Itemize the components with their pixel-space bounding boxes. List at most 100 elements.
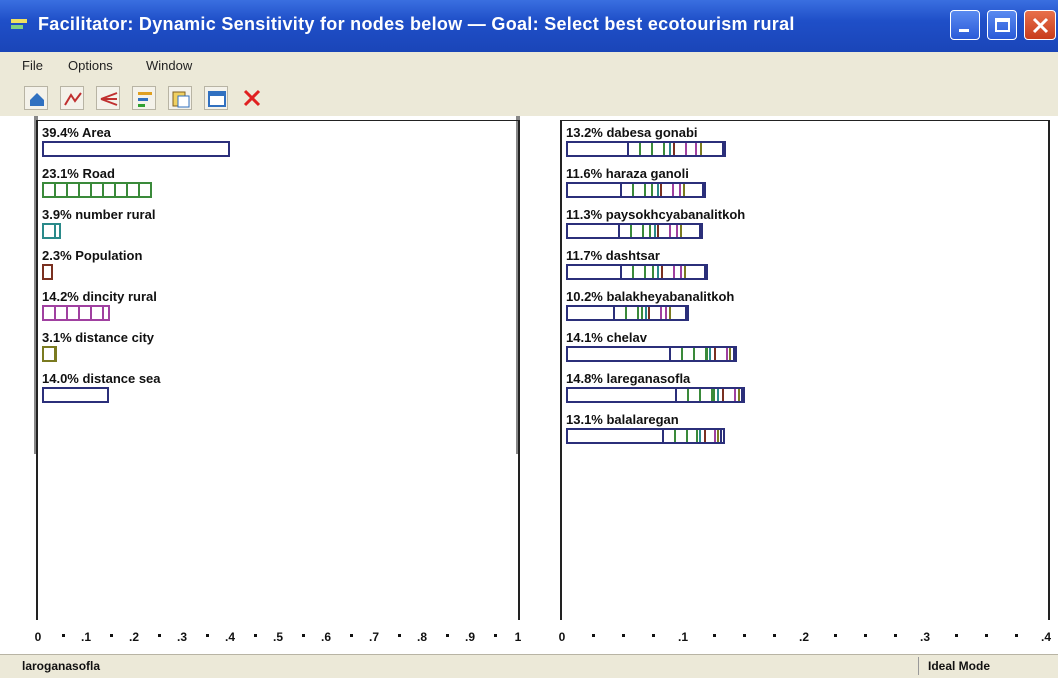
bar-segment — [671, 307, 688, 319]
x-minor-tick — [350, 634, 353, 637]
window-button[interactable] — [204, 86, 228, 110]
delete-button[interactable] — [240, 86, 264, 110]
x-minor-tick — [206, 634, 209, 637]
status-selected-node: laroganasofla — [22, 659, 101, 673]
status-divider — [918, 657, 919, 675]
x-tick-label: .8 — [416, 630, 428, 644]
alternative-bar[interactable] — [566, 305, 690, 321]
alternative-bar[interactable] — [566, 346, 737, 362]
x-tick-label: .7 — [368, 630, 380, 644]
x-minor-tick — [652, 634, 655, 637]
status-mode: Ideal Mode — [928, 659, 991, 673]
bar-segment — [629, 143, 666, 155]
criterion-label[interactable]: 3.9% number rural — [42, 207, 155, 222]
x-tick-label: .2 — [128, 630, 140, 644]
x-minor-tick — [494, 634, 497, 637]
x-tick-label: 0 — [558, 630, 566, 644]
delete-icon — [243, 89, 261, 107]
criterion-bar[interactable] — [42, 182, 153, 198]
criterion-label[interactable]: 3.1% distance city — [42, 330, 154, 345]
bar-segment — [740, 389, 744, 401]
bar-segment — [723, 389, 737, 401]
minimize-button[interactable] — [950, 10, 980, 40]
x-tick-label: .6 — [320, 630, 332, 644]
criterion-label[interactable]: 39.4% Area — [42, 125, 111, 140]
bar-segment — [659, 225, 679, 237]
bar-segment — [568, 430, 664, 442]
alternative-label[interactable]: 14.1% chelav — [566, 330, 647, 345]
alternative-label[interactable]: 11.3% paysokhcyabanalitkoh — [566, 207, 745, 222]
criterion-bar[interactable] — [42, 223, 61, 239]
arrows-button[interactable] — [96, 86, 120, 110]
x-minor-tick — [62, 634, 65, 637]
arrows-icon — [100, 92, 118, 106]
alternative-label[interactable]: 13.2% dabesa gonabi — [566, 125, 698, 140]
criterion-label[interactable]: 2.3% Population — [42, 248, 142, 263]
x-minor-tick — [110, 634, 113, 637]
x-minor-tick — [398, 634, 401, 637]
x-tick-label: .3 — [176, 630, 188, 644]
x-minor-tick — [713, 634, 716, 637]
criteria-chart: 39.4% Area 23.1% Road 3.9% number rural 2.3… — [34, 116, 522, 654]
x-minor-tick — [834, 634, 837, 637]
alternative-bar[interactable] — [566, 141, 726, 157]
menu-options[interactable]: Options — [68, 58, 113, 73]
alternative-bar[interactable] — [566, 264, 708, 280]
x-minor-tick — [985, 634, 988, 637]
x-minor-tick — [592, 634, 595, 637]
alternative-bar[interactable] — [566, 182, 707, 198]
criterion-bar[interactable] — [42, 305, 110, 321]
criterion-bar[interactable] — [42, 387, 109, 403]
x-tick-label: .3 — [919, 630, 931, 644]
x-minor-tick — [773, 634, 776, 637]
bars-icon — [138, 92, 152, 107]
x-tick-label: .4 — [224, 630, 236, 644]
alternative-bar[interactable] — [566, 428, 725, 444]
x-minor-tick — [1015, 634, 1018, 637]
close-icon — [1032, 17, 1049, 34]
x-minor-tick — [894, 634, 897, 637]
toolbar — [0, 80, 1058, 117]
criterion-bar[interactable] — [42, 141, 231, 157]
pages-icon — [172, 91, 190, 108]
bar-segment — [568, 143, 630, 155]
x-tick-label: 1 — [514, 630, 522, 644]
alternative-label[interactable]: 11.6% haraza ganoli — [566, 166, 689, 181]
status-bar: laroganasofla Ideal Mode — [0, 654, 1058, 678]
criterion-bar[interactable] — [42, 264, 53, 280]
bar-segment — [671, 348, 708, 360]
alternative-label[interactable]: 10.2% balakheyabanalitkoh — [566, 289, 734, 304]
x-tick-label: 0 — [34, 630, 42, 644]
bar-segment — [676, 389, 716, 401]
window-icon — [208, 91, 226, 107]
criterion-label[interactable]: 23.1% Road — [42, 166, 115, 181]
alternative-label[interactable]: 11.7% dashtsar — [566, 248, 660, 263]
bar-segment — [622, 266, 654, 278]
bars-button[interactable] — [132, 86, 156, 110]
criterion-bar[interactable] — [42, 346, 57, 362]
title-bar[interactable]: Facilitator: Dynamic Sensitivity for nod… — [0, 0, 1058, 52]
bar-segment — [661, 184, 682, 196]
bar-segment — [568, 348, 672, 360]
menu-file[interactable]: File — [22, 58, 43, 73]
maximize-button[interactable] — [987, 10, 1017, 40]
x-minor-tick — [864, 634, 867, 637]
bar-segment — [685, 184, 705, 196]
pages-button[interactable] — [168, 86, 192, 110]
menu-window[interactable]: Window — [146, 58, 192, 73]
home-button[interactable] — [24, 86, 48, 110]
app-window: Facilitator: Dynamic Sensitivity for nod… — [0, 0, 1058, 678]
criterion-label[interactable]: 14.2% dincity rural — [42, 289, 157, 304]
criterion-label[interactable]: 14.0% distance sea — [42, 371, 161, 386]
close-button[interactable] — [1024, 10, 1056, 40]
bar-segment — [650, 307, 667, 319]
alternative-label[interactable]: 14.8% lareganasofla — [566, 371, 690, 386]
alternative-label[interactable]: 13.1% balalaregan — [566, 412, 679, 427]
sensitivity-area: 39.4% Area 23.1% Road 3.9% number rural 2.3… — [0, 116, 1058, 654]
bar-segment — [662, 266, 683, 278]
alternative-bar[interactable] — [566, 223, 703, 239]
chart-button[interactable] — [60, 86, 84, 110]
alternative-bar[interactable] — [566, 387, 746, 403]
bar-segment — [615, 307, 643, 319]
bar-segment — [716, 348, 728, 360]
